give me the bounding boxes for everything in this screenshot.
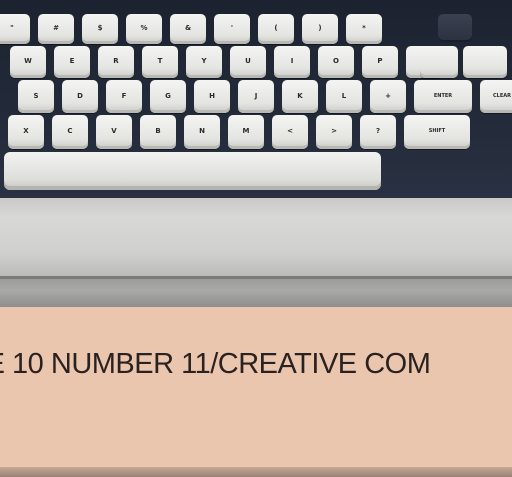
keyboard-key: O xyxy=(318,46,354,78)
key-legend: O xyxy=(333,57,339,65)
key-legend: N xyxy=(199,127,205,135)
key-legend: ? xyxy=(375,127,381,135)
key-legend: S xyxy=(33,91,39,100)
keyboard-key: SHIFT xyxy=(404,115,470,149)
key-legend: T xyxy=(157,57,163,65)
key-legend: Y xyxy=(201,57,207,65)
keyboard-key: ( xyxy=(258,14,294,44)
keyboard-key: # xyxy=(38,14,74,44)
key-legend: H xyxy=(209,91,215,100)
key-legend: SHIFT xyxy=(428,128,446,134)
key-legend: + xyxy=(385,91,391,100)
keyboard-key: B xyxy=(140,115,176,149)
computer-case-top xyxy=(0,198,512,278)
key-legend: CLEAR xyxy=(493,92,511,99)
keyboard-key: X xyxy=(8,115,44,149)
keyboard-key: G xyxy=(150,80,186,113)
key-legend: P xyxy=(377,57,383,65)
keyboard-key: + xyxy=(370,80,406,113)
space-bar-key xyxy=(4,152,381,190)
key-legend: # xyxy=(53,24,59,32)
keyboard-key: D xyxy=(62,80,98,113)
keyboard-key: $ xyxy=(82,14,118,44)
keyboard-key: W xyxy=(10,46,46,78)
magazine-page-band xyxy=(0,307,512,467)
key-legend: J xyxy=(254,91,258,100)
key-legend: B xyxy=(155,127,161,135)
keyboard-key: C xyxy=(52,115,88,149)
keyboard-key: F xyxy=(106,80,142,113)
key-legend: M xyxy=(242,127,250,135)
key-legend: ' xyxy=(230,24,234,32)
keyboard-key: > xyxy=(316,115,352,149)
keyboard-key: ) xyxy=(302,14,338,44)
keyboard-key: M xyxy=(228,115,264,149)
key-legend: ( xyxy=(274,24,278,32)
page-bottom-strip xyxy=(0,467,512,477)
key-legend: I xyxy=(290,57,294,65)
key-legend: K xyxy=(297,91,303,100)
keyboard-key: Y xyxy=(186,46,222,78)
keyboard-key: * xyxy=(346,14,382,44)
magazine-footer-text: ME 10 NUMBER 11/CREATIVE COM xyxy=(0,348,431,380)
key-legend: V xyxy=(111,127,117,135)
keyboard-key xyxy=(438,14,472,42)
key-legend: * xyxy=(362,24,366,32)
keyboard-key xyxy=(420,46,458,78)
key-legend: C xyxy=(67,127,73,135)
keyboard-key xyxy=(463,46,507,78)
key-legend: L xyxy=(341,91,347,100)
key-legend: < xyxy=(287,127,293,135)
keyboard-key: ' xyxy=(214,14,250,44)
keyboard-key: I xyxy=(274,46,310,78)
key-legend: R xyxy=(113,57,119,65)
keyboard-key: U xyxy=(230,46,266,78)
key-legend: U xyxy=(245,57,251,65)
key-legend: D xyxy=(77,91,83,100)
keyboard-key: J xyxy=(238,80,274,113)
keyboard-key: N xyxy=(184,115,220,149)
keyboard-key: < xyxy=(272,115,308,149)
keyboard-key: T xyxy=(142,46,178,78)
keyboard-key: & xyxy=(170,14,206,44)
key-legend: & xyxy=(184,24,192,32)
keyboard-key: H xyxy=(194,80,230,113)
key-legend: ) xyxy=(318,24,322,32)
key-legend: % xyxy=(140,24,148,32)
key-legend: E xyxy=(69,57,75,65)
keyboard-key: CLEAR xyxy=(480,80,512,113)
keyboard-key: R xyxy=(98,46,134,78)
key-legend: W xyxy=(24,57,32,65)
keyboard-key: P xyxy=(362,46,398,78)
keyboard-key: S xyxy=(18,80,54,113)
keyboard-key: ? xyxy=(360,115,396,149)
key-legend: X xyxy=(23,127,29,135)
computer-case-front xyxy=(0,279,512,307)
photo-scene: "#$%&'()*WERTYUIOP@SDFGHJKL+ENTERCLEARXC… xyxy=(0,0,512,477)
key-legend: " xyxy=(10,24,14,32)
keyboard-key: L xyxy=(326,80,362,113)
keyboard-key: E xyxy=(54,46,90,78)
key-legend: > xyxy=(331,127,337,135)
keyboard-key: " xyxy=(0,14,30,44)
key-legend: $ xyxy=(97,24,103,32)
key-legend: F xyxy=(121,91,127,100)
key-legend: ENTER xyxy=(433,92,453,99)
keyboard-key: ENTER xyxy=(414,80,472,113)
keyboard-key: V xyxy=(96,115,132,149)
key-legend: G xyxy=(165,91,171,100)
keyboard-key: % xyxy=(126,14,162,44)
keyboard-key: K xyxy=(282,80,318,113)
